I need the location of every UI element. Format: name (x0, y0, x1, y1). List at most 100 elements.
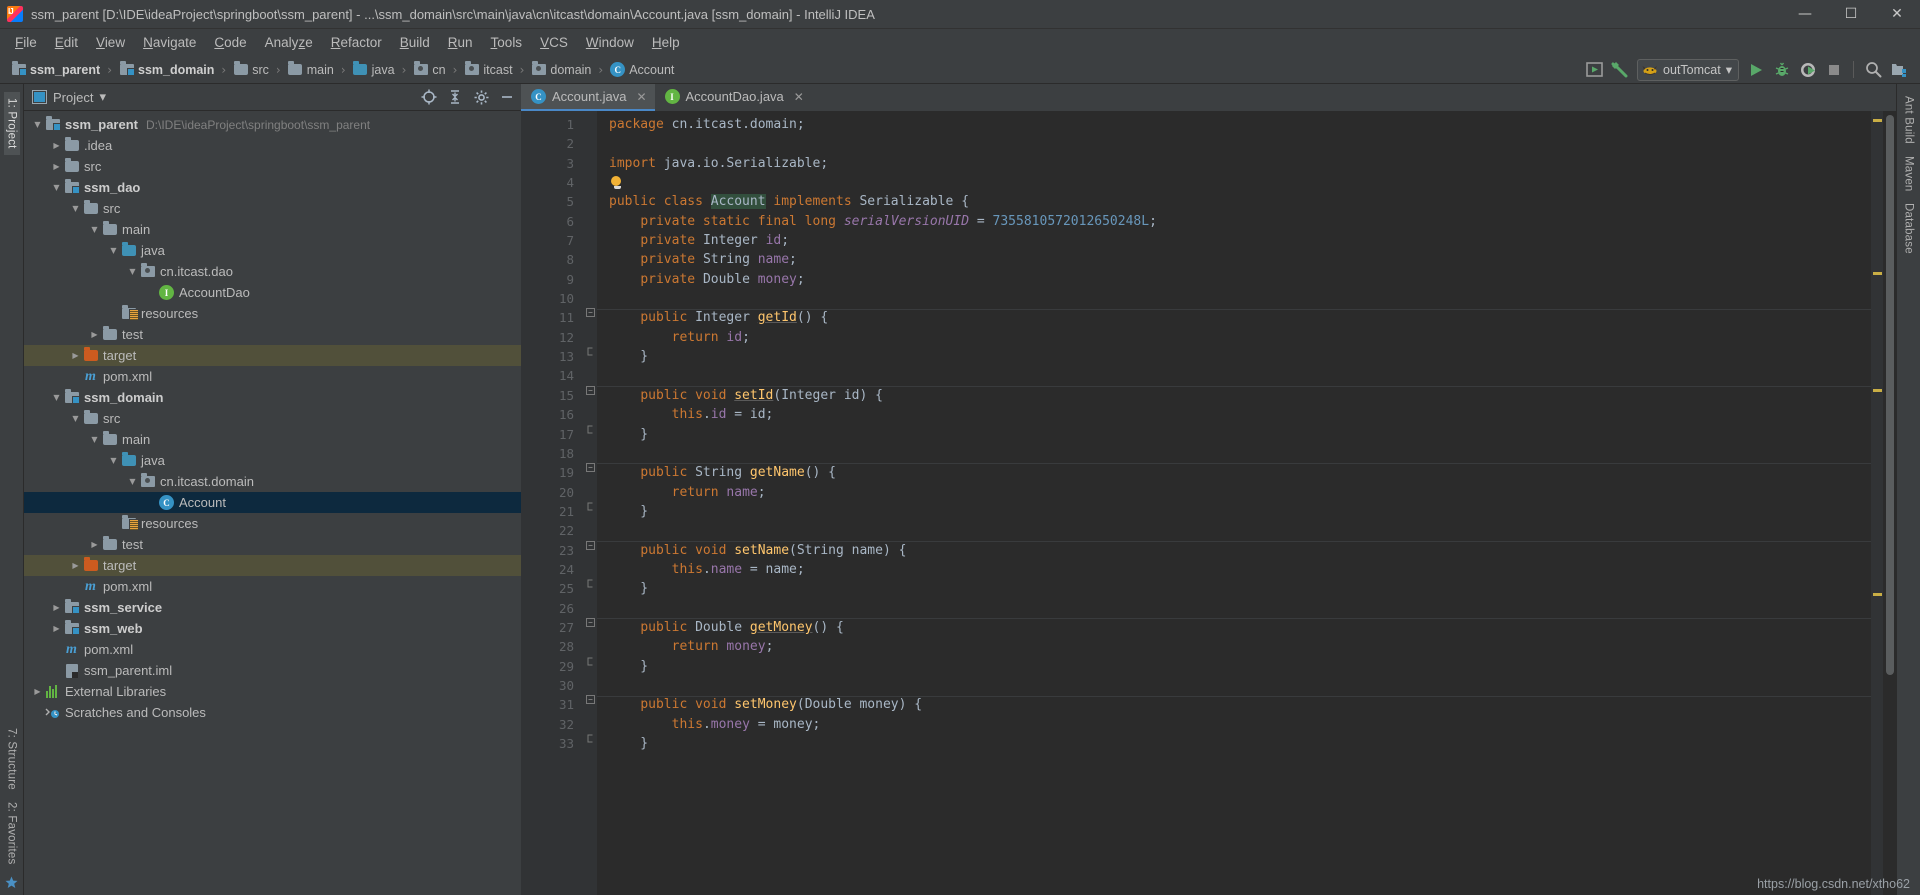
fold-end-icon[interactable] (583, 347, 597, 366)
debug-icon[interactable] (1769, 57, 1795, 83)
close-tab-icon[interactable]: ✕ (636, 90, 646, 104)
error-stripe-marker-column[interactable] (1871, 111, 1883, 895)
chevron-down-icon[interactable]: ▼ (89, 434, 100, 445)
tree-item-cn-itcast-dao[interactable]: ▼ cn.itcast.dao (24, 261, 521, 282)
bookmark-star-icon[interactable] (5, 870, 18, 895)
tree-item-external-libraries[interactable]: ▶ External Libraries (24, 681, 521, 702)
menu-analyze[interactable]: Analyze (256, 32, 322, 53)
tree-item-ssm-parent[interactable]: ▼ ssm_parent D:\IDE\ideaProject\springboot… (24, 114, 521, 135)
close-button[interactable]: ✕ (1874, 0, 1920, 29)
chevron-down-icon[interactable]: ▼ (108, 455, 119, 466)
breadcrumb-item-domain[interactable]: domain (528, 61, 594, 77)
error-stripe-marker[interactable] (1873, 118, 1882, 122)
editor-tab-account-java[interactable]: C Account.java ✕ (521, 84, 655, 111)
fold-expanded-icon[interactable] (583, 385, 597, 405)
chevron-right-icon[interactable]: ▶ (89, 329, 100, 340)
breadcrumb-item-ssm-parent[interactable]: ssm_parent (8, 61, 103, 77)
tree-item-test[interactable]: ▶ test (24, 324, 521, 345)
tree-item-ssm-web[interactable]: ▶ ssm_web (24, 618, 521, 639)
chevron-down-icon[interactable]: ▼ (32, 119, 43, 130)
code-folding-column[interactable] (583, 111, 597, 895)
run-configuration-selector[interactable]: outTomcat ▾ (1637, 58, 1739, 81)
tree-item-pom-xml[interactable]: ▶mpom.xml (24, 639, 521, 660)
sidebar-item-maven[interactable]: Maven (1901, 150, 1917, 198)
menu-run[interactable]: Run (439, 32, 482, 53)
tree-item--idea[interactable]: ▶ .idea (24, 135, 521, 156)
menu-view[interactable]: View (87, 32, 134, 53)
run-with-coverage-icon[interactable] (1795, 57, 1821, 83)
tree-item-src[interactable]: ▶ src (24, 156, 521, 177)
minimize-button[interactable]: — (1782, 0, 1828, 29)
editor-vertical-scrollbar[interactable] (1883, 111, 1896, 895)
breadcrumb-item-src[interactable]: src (230, 61, 272, 77)
tree-item-cn-itcast-domain[interactable]: ▼ cn.itcast.domain (24, 471, 521, 492)
sidebar-item-structure[interactable]: 7: Structure (4, 722, 20, 796)
search-everywhere-icon[interactable] (1860, 57, 1886, 83)
stop-icon[interactable] (1821, 57, 1847, 83)
build-hammer-icon[interactable] (1607, 57, 1633, 83)
menu-file[interactable]: File (6, 32, 46, 53)
breadcrumb-item-account[interactable]: C Account (607, 62, 677, 77)
project-view-chevron-down-icon[interactable]: ▾ (99, 89, 106, 105)
run-icon[interactable] (1743, 57, 1769, 83)
chevron-down-icon[interactable]: ▾ (1726, 62, 1732, 77)
chevron-right-icon[interactable]: ▶ (51, 602, 62, 613)
menu-build[interactable]: Build (391, 32, 439, 53)
tree-item-src[interactable]: ▼ src (24, 408, 521, 429)
chevron-right-icon[interactable]: ▶ (51, 161, 62, 172)
fold-expanded-icon[interactable] (583, 463, 597, 482)
tree-item-java[interactable]: ▼ java (24, 450, 521, 471)
menu-code[interactable]: Code (205, 32, 255, 53)
chevron-right-icon[interactable]: ▶ (51, 623, 62, 634)
fold-end-icon[interactable] (583, 502, 597, 521)
fold-end-icon[interactable] (583, 657, 597, 676)
menu-vcs[interactable]: VCS (531, 32, 577, 53)
tree-item-main[interactable]: ▼ main (24, 219, 521, 240)
scrollbar-thumb[interactable] (1886, 115, 1894, 675)
fold-expanded-icon[interactable] (583, 617, 597, 637)
tree-item-target[interactable]: ▶ target (24, 345, 521, 366)
sidebar-item-database[interactable]: Database (1901, 197, 1917, 260)
menu-refactor[interactable]: Refactor (322, 32, 391, 53)
chevron-right-icon[interactable]: ▶ (51, 140, 62, 151)
menu-help[interactable]: Help (643, 32, 689, 53)
hide-panel-icon[interactable] (497, 87, 517, 107)
project-tree[interactable]: ▼ ssm_parent D:\IDE\ideaProject\springboot… (24, 111, 521, 895)
tree-item-main[interactable]: ▼ main (24, 429, 521, 450)
tree-item-ssm-domain[interactable]: ▼ ssm_domain (24, 387, 521, 408)
chevron-down-icon[interactable]: ▼ (108, 245, 119, 256)
error-stripe-marker[interactable] (1873, 271, 1882, 275)
sidebar-item-project[interactable]: 1: Project (3, 92, 20, 155)
chevron-down-icon[interactable]: ▼ (127, 476, 138, 487)
chevron-down-icon[interactable]: ▼ (89, 224, 100, 235)
chevron-right-icon[interactable]: ▶ (70, 350, 81, 361)
fold-end-icon[interactable] (583, 579, 597, 598)
breadcrumb-item-ssm-domain[interactable]: ssm_domain (116, 61, 217, 77)
chevron-down-icon[interactable]: ▼ (51, 182, 62, 193)
menu-navigate[interactable]: Navigate (134, 32, 205, 53)
close-tab-icon[interactable]: ✕ (794, 90, 804, 104)
chevron-right-icon[interactable]: ▶ (89, 539, 100, 550)
tree-item-pom-xml[interactable]: ▶mpom.xml (24, 576, 521, 597)
sidebar-item-ant-build[interactable]: Ant Build (1901, 90, 1917, 150)
tree-item-scratches-and-consoles[interactable]: ▶Scratches and Consoles (24, 702, 521, 723)
menu-window[interactable]: Window (577, 32, 643, 53)
line-number-gutter[interactable]: 1 2 3 4 5 6 7 8 9 10 11 12 13 14 15 16 17 18 19 20 21 22 23 24 2… (521, 111, 583, 895)
tree-item-ssm-parent-iml[interactable]: ▶ssm_parent.iml (24, 660, 521, 681)
tree-item-java[interactable]: ▼ java (24, 240, 521, 261)
tree-item-ssm-service[interactable]: ▶ ssm_service (24, 597, 521, 618)
settings-gear-icon[interactable] (471, 87, 491, 107)
fold-end-icon[interactable] (583, 734, 597, 753)
chevron-right-icon[interactable]: ▶ (32, 686, 43, 697)
chevron-down-icon[interactable]: ▼ (51, 392, 62, 403)
chevron-down-icon[interactable]: ▼ (70, 413, 81, 424)
breadcrumb-item-java[interactable]: java (350, 61, 398, 77)
update-running-application-icon[interactable] (1581, 57, 1607, 83)
error-stripe-marker[interactable] (1873, 389, 1882, 393)
tree-item-account[interactable]: ▶CAccount (24, 492, 521, 513)
menu-tools[interactable]: Tools (482, 32, 532, 53)
sidebar-item-favorites[interactable]: 2: Favorites (4, 796, 20, 870)
tree-item-accountdao[interactable]: ▶IAccountDao (24, 282, 521, 303)
project-structure-icon[interactable] (1886, 57, 1912, 83)
chevron-down-icon[interactable]: ▼ (127, 266, 138, 277)
